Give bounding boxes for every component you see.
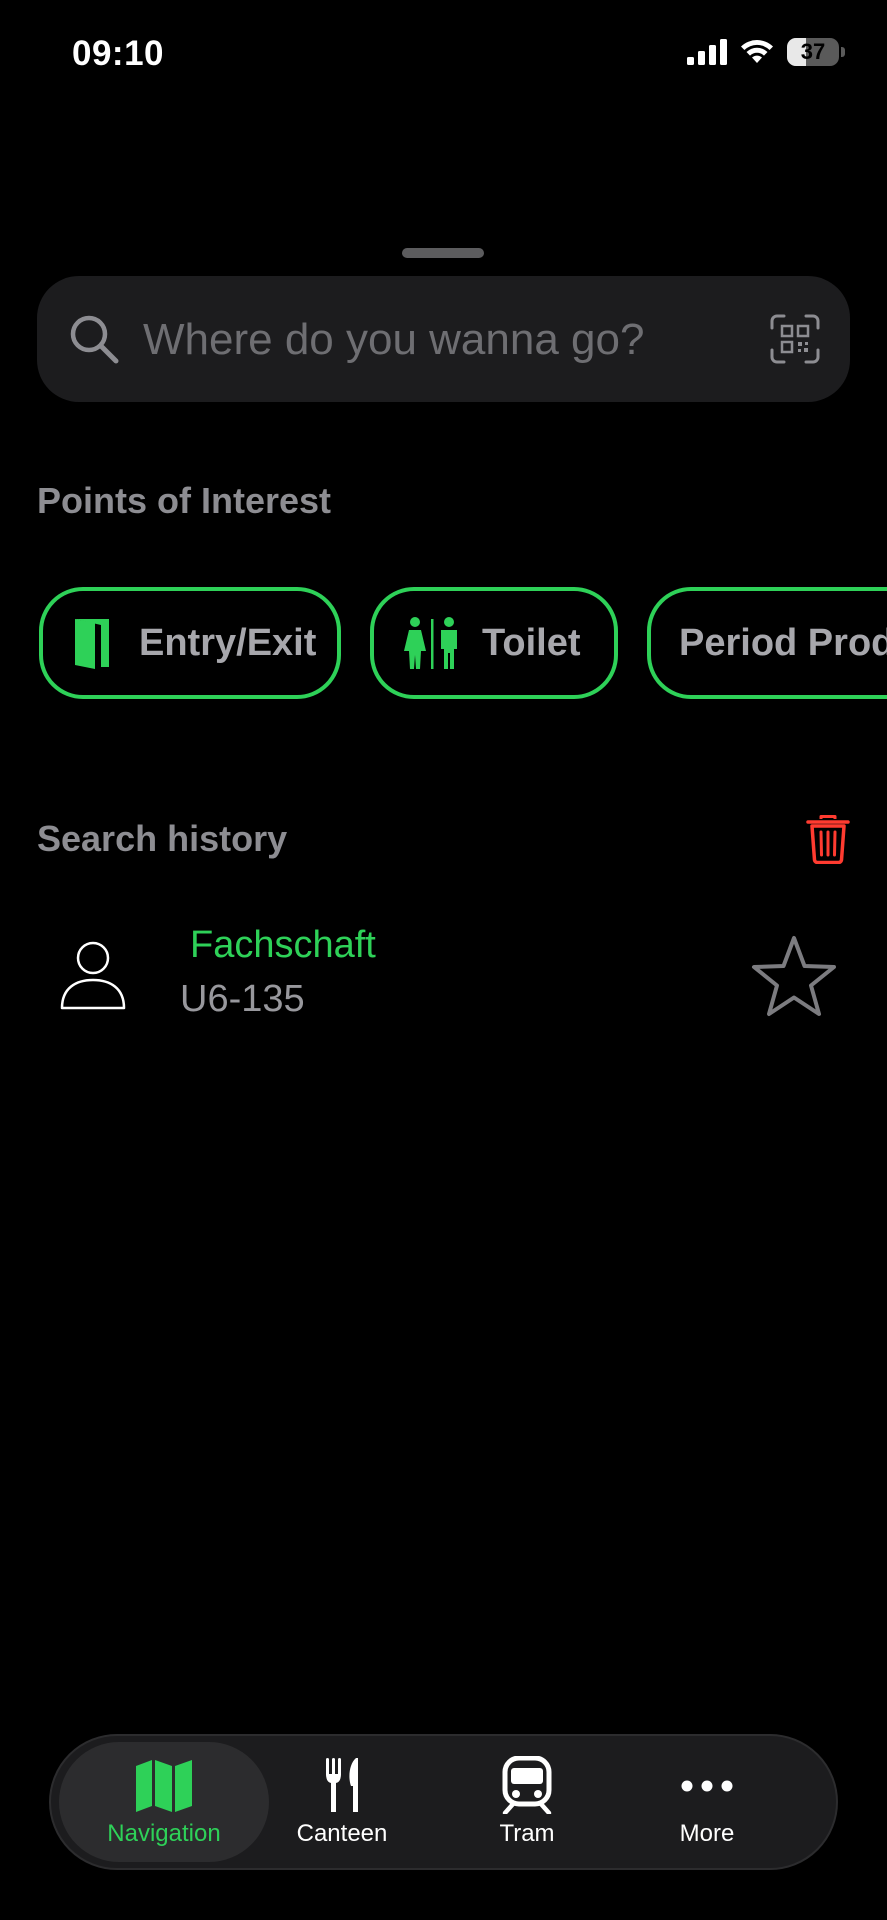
search-bar[interactable] xyxy=(37,276,850,402)
tab-label: Canteen xyxy=(296,1820,388,1847)
poi-chip-label: Toilet xyxy=(482,621,581,664)
tab-bar: Navigation Canteen Tram More xyxy=(49,1734,838,1870)
star-icon[interactable] xyxy=(748,934,840,1022)
battery-nub xyxy=(841,47,845,57)
wifi-icon xyxy=(741,40,773,63)
poi-section-title: Points of Interest xyxy=(37,480,332,521)
status-icons: 37 xyxy=(687,38,845,66)
poi-chip-toilet[interactable]: Toilet xyxy=(370,587,618,699)
tab-more[interactable]: More xyxy=(617,1742,797,1862)
search-input[interactable] xyxy=(141,306,745,374)
tab-label: Navigation xyxy=(107,1820,221,1847)
history-list-item[interactable]: Fachschaft U6-135 xyxy=(0,910,887,1050)
status-time: 09:10 xyxy=(72,34,165,73)
tab-label: Tram xyxy=(499,1820,555,1847)
battery-icon: 37 xyxy=(787,38,839,66)
cellular-signal-icon xyxy=(687,39,727,65)
door-icon xyxy=(75,619,109,669)
tab-tram[interactable]: Tram xyxy=(437,1742,617,1862)
fork-knife-icon xyxy=(326,1758,358,1812)
poi-chip-period-products[interactable]: Period Products xyxy=(647,587,887,699)
sheet-grab-handle[interactable] xyxy=(402,248,484,258)
tab-navigation[interactable]: Navigation xyxy=(59,1742,269,1862)
person-icon xyxy=(60,941,126,1010)
map-icon xyxy=(136,1760,192,1812)
qr-code-scanner-icon[interactable] xyxy=(770,314,820,364)
poi-chip-label: Period Products xyxy=(679,621,887,664)
battery-level: 37 xyxy=(800,39,826,64)
status-bar: 09:10 37 xyxy=(0,0,887,110)
tram-icon xyxy=(502,1756,552,1814)
search-icon xyxy=(70,315,119,364)
tab-canteen[interactable]: Canteen xyxy=(247,1742,437,1862)
poi-chip-entry-exit[interactable]: Entry/Exit xyxy=(39,587,341,699)
history-section-title: Search history xyxy=(37,818,288,859)
history-item-room: U6-135 xyxy=(180,978,305,1020)
poi-chip-row[interactable]: Entry/Exit Toilet Period Products xyxy=(0,585,887,705)
ellipsis-icon xyxy=(681,1780,733,1792)
trash-icon[interactable] xyxy=(806,814,850,864)
poi-chip-label: Entry/Exit xyxy=(139,621,317,664)
restroom-icon xyxy=(404,617,457,669)
history-item-name: Fachschaft xyxy=(190,924,376,966)
tab-label: More xyxy=(679,1820,735,1847)
